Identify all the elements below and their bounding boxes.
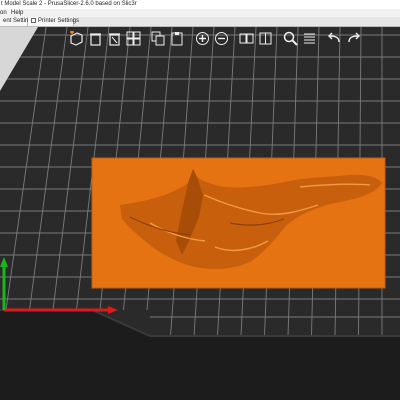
layers-editing-button[interactable] [301,30,318,47]
terrain-model-object[interactable] [91,157,386,289]
delete-all-button[interactable] [106,30,123,47]
delete-icon [90,33,101,46]
undo-icon [328,32,340,43]
printer-icon [31,18,36,23]
tab-print-settings[interactable]: ent Settings [0,17,35,26]
scene-canvas [0,27,400,400]
arrange-icon [126,31,141,46]
remove-instance-icon [215,32,228,45]
copy-icon [151,31,165,46]
copy-button[interactable] [150,30,167,47]
delete-button[interactable] [87,30,104,47]
add-instance-icon [196,32,209,45]
paste-button[interactable] [169,30,186,47]
menu-item-help[interactable]: Help [11,9,23,17]
tab-bar: ent Settings Printer Settings [0,17,400,27]
redo-button[interactable] [345,30,362,47]
add-icon [70,31,83,46]
split-parts-icon [259,32,272,45]
redo-icon [348,32,360,43]
top-toolbar [68,29,364,48]
window-title: t Model Scale 2 - PrusaSlicer-2.6.0 base… [1,1,137,7]
window-title-bar: t Model Scale 2 - PrusaSlicer-2.6.0 base… [0,0,400,9]
add-button[interactable] [68,30,85,47]
search-icon [283,31,298,46]
undo-button[interactable] [326,30,343,47]
menu-bar: on Help [0,9,400,17]
layers-editing-icon [304,33,315,44]
search-button[interactable] [282,30,299,47]
delete-all-icon [109,33,120,46]
3d-viewport[interactable] [0,27,400,400]
paste-icon [171,32,183,46]
tab-printer-settings[interactable]: Printer Settings [28,17,79,26]
remove-instance-button[interactable] [213,30,230,47]
add-instance-button[interactable] [194,30,211,47]
split-objects-icon [239,33,254,44]
menu-item-window[interactable]: on [0,9,7,17]
tab-printer-settings-label: Printer Settings [38,18,80,24]
split-objects-button[interactable] [238,30,255,47]
split-parts-button[interactable] [257,30,274,47]
arrange-button[interactable] [125,30,142,47]
